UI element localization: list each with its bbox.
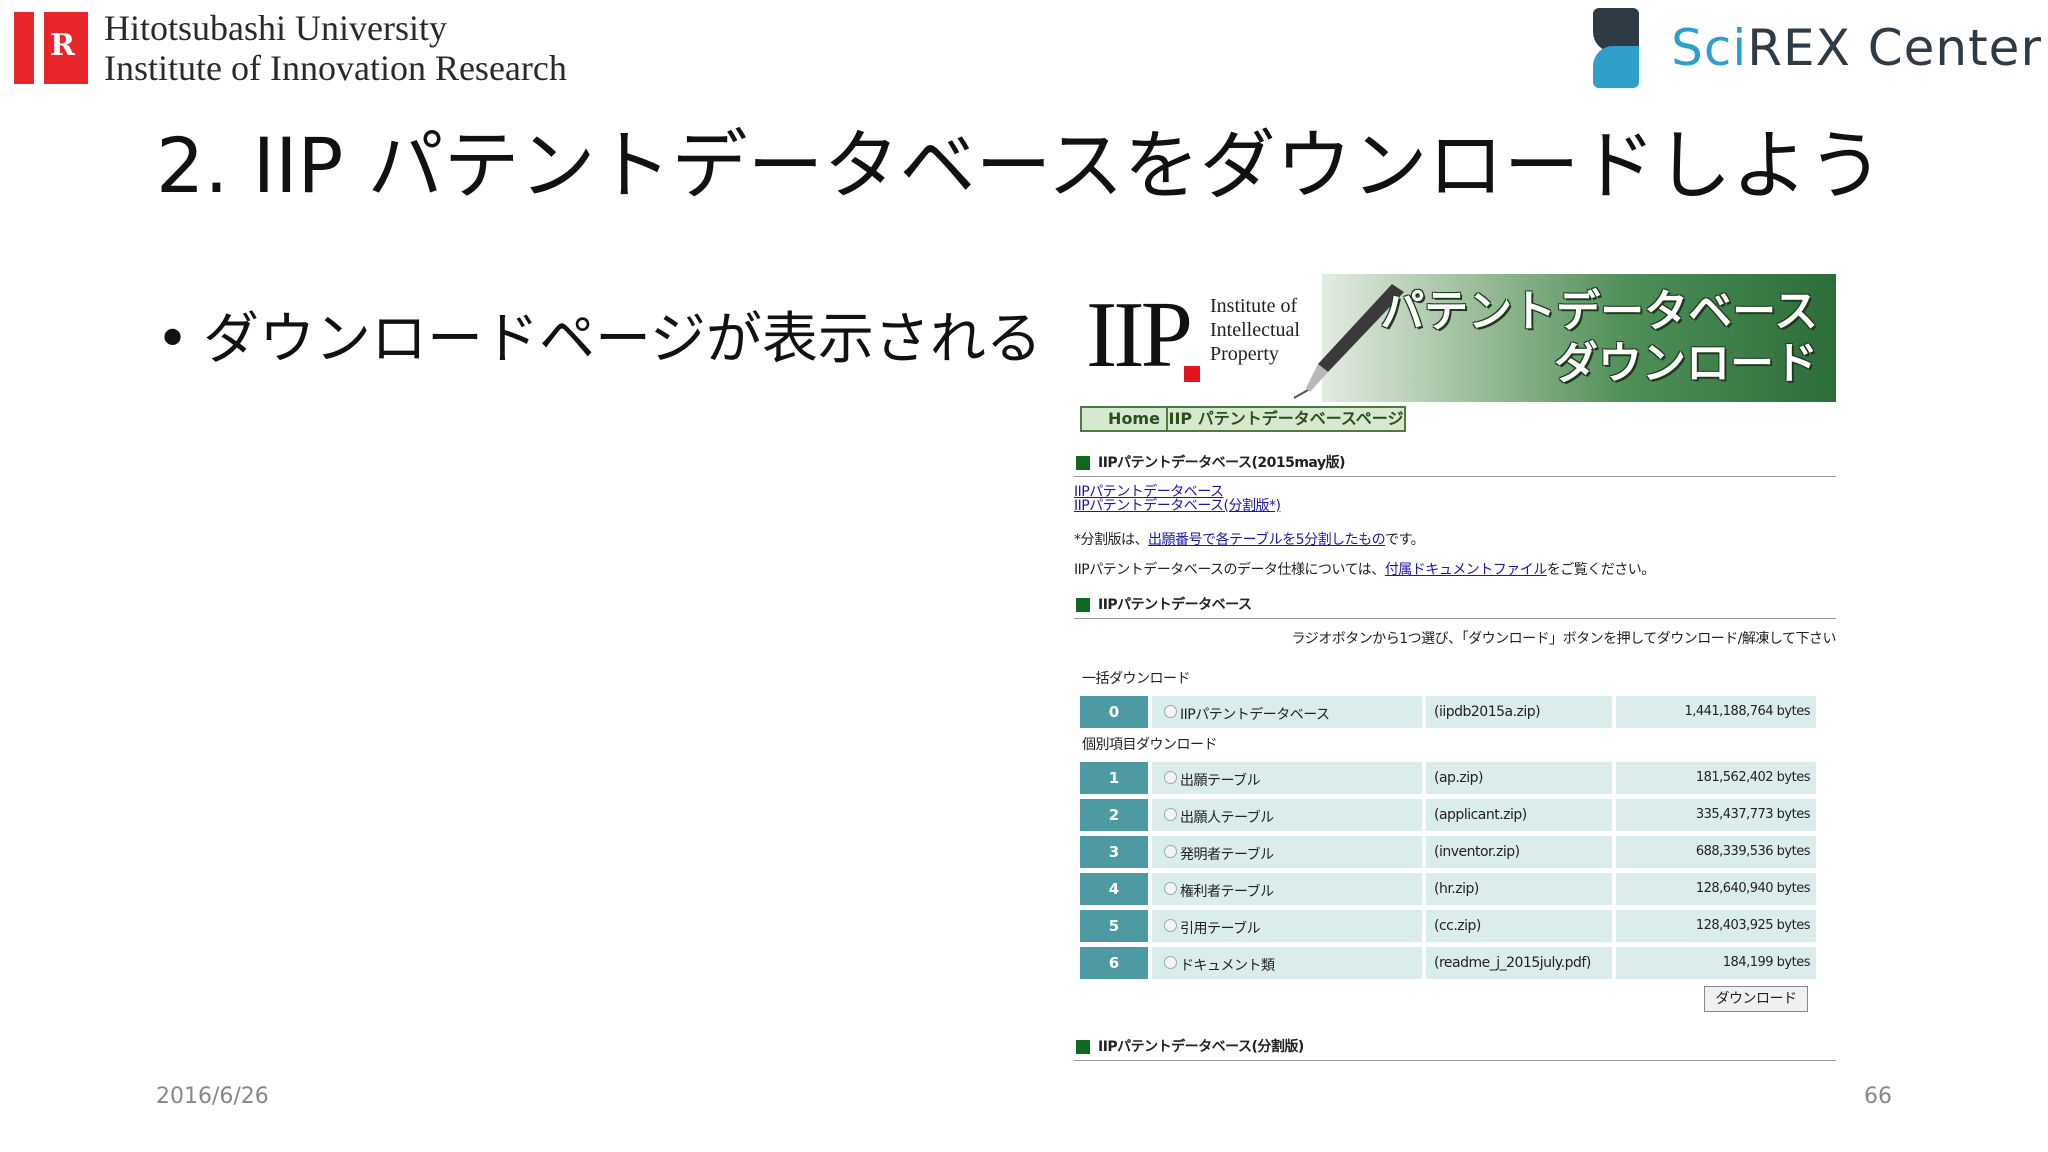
iir-line-1: Hitotsubashi University <box>104 8 447 48</box>
radio-button[interactable] <box>1164 882 1177 895</box>
nav-iip-database-button[interactable]: IIP パテントデータベースページ <box>1166 406 1406 432</box>
radio-button[interactable] <box>1164 808 1177 821</box>
table-row[interactable]: 6 ドキュメント類 (readme_j_2015july.pdf) 184,19… <box>1080 947 1816 979</box>
iir-name: Hitotsubashi University Institute of Inn… <box>104 8 567 88</box>
iip-logo-subtitle: Institute of Intellectual Property <box>1210 295 1300 365</box>
bullet-dot-icon: • <box>156 307 190 372</box>
page-banner: IIP Institute of Intellectual Property パ… <box>1072 274 1836 402</box>
table-row[interactable]: 1 出願テーブル (ap.zip) 181,562,402 bytes <box>1080 762 1816 794</box>
table-row[interactable]: 3 発明者テーブル (inventor.zip) 688,339,536 byt… <box>1080 836 1816 868</box>
spec-document-link[interactable]: 付属ドキュメントファイル <box>1385 562 1548 578</box>
scirex-icon <box>1593 8 1641 88</box>
iir-line-2: Institute of Innovation Research <box>104 48 567 88</box>
bullet-item: • ダウンロードページが表示される <box>156 302 1042 378</box>
green-square-icon <box>1076 1040 1090 1054</box>
slide-title: 2. IIP パテントデータベースをダウンロードしよう <box>156 121 1884 210</box>
download-button[interactable]: ダウンロード <box>1704 986 1808 1012</box>
split-note-link[interactable]: 出願番号で各テーブルを5分割したもの <box>1148 532 1386 548</box>
spec-note: IIPパテントデータベースのデータ仕様については、付属ドキュメントファイルをご覧… <box>1074 562 1655 578</box>
table-row[interactable]: 4 権利者テーブル (hr.zip) 128,640,940 bytes <box>1080 873 1816 905</box>
radio-button[interactable] <box>1164 705 1177 718</box>
radio-button[interactable] <box>1164 919 1177 932</box>
download-instruction: ラジオボタンから1つ選び、「ダウンロード」ボタンを押してダウンロード/解凍して下… <box>1291 631 1836 647</box>
link-iip-database-split[interactable]: IIPパテントデータベース(分割版*) <box>1074 498 1281 514</box>
bulk-download-label: 一括ダウンロード <box>1082 671 1191 687</box>
slide-date: 2016/6/26 <box>156 1084 269 1109</box>
radio-button[interactable] <box>1164 845 1177 858</box>
split-note: *分割版は、出願番号で各テーブルを5分割したものです。 <box>1074 532 1425 548</box>
radio-button[interactable] <box>1164 956 1177 969</box>
table-row[interactable]: 0 IIPパテントデータベース (iipdb2015a.zip) 1,441,1… <box>1080 696 1816 728</box>
scirex-wordmark: SciREX Center <box>1671 19 2042 77</box>
iip-logo-red-square <box>1184 366 1200 382</box>
banner-title: パテントデータベース ダウンロード <box>1380 286 1818 389</box>
section-header-split: IIPパテントデータベース(分割版) <box>1074 1034 1836 1061</box>
download-page-screenshot: IIP Institute of Intellectual Property パ… <box>1072 272 1840 1072</box>
iir-logo: R <box>14 12 88 84</box>
iir-logo-letter: R <box>50 28 75 63</box>
green-square-icon <box>1076 456 1090 470</box>
scirex-logo: SciREX Center <box>1593 8 2042 88</box>
slide-page-number: 66 <box>1864 1084 1892 1109</box>
table-row[interactable]: 2 出願人テーブル (applicant.zip) 335,437,773 by… <box>1080 799 1816 831</box>
section-header-2015may: IIPパテントデータベース(2015may版) <box>1074 450 1836 477</box>
table-row[interactable]: 5 引用テーブル (cc.zip) 128,403,925 bytes <box>1080 910 1816 942</box>
radio-button[interactable] <box>1164 771 1177 784</box>
bullet-text: ダウンロードページが表示される <box>203 307 1042 372</box>
section-header-database: IIPパテントデータベース <box>1074 592 1836 619</box>
individual-download-label: 個別項目ダウンロード <box>1082 737 1218 753</box>
iip-logo: IIP <box>1086 283 1193 387</box>
green-square-icon <box>1076 598 1090 612</box>
